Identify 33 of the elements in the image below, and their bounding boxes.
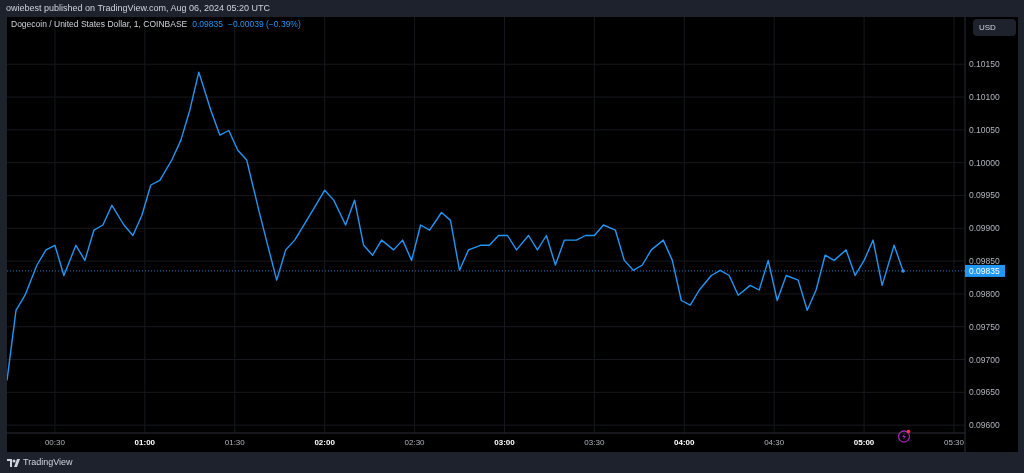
- price-axis-label: 0.10000: [969, 157, 1000, 168]
- time-axis-label: 02:30: [404, 438, 425, 447]
- price-axis-label: 0.09900: [969, 223, 1000, 234]
- time-axis-label: 01:00: [134, 438, 156, 447]
- time-axis-label: 04:00: [674, 438, 695, 447]
- last-point-marker: [901, 269, 905, 273]
- price-axis-label: 0.10100: [969, 92, 1000, 103]
- price-axis-label: 0.09800: [969, 288, 1000, 299]
- time-axis-label: 01:30: [224, 438, 245, 447]
- time-axis-label: 05:30: [944, 438, 964, 447]
- price-axis-label: 0.09850: [969, 256, 1000, 267]
- published-caption: owiebest published on TradingView.com, Aug 06, 2024 05:20 UTC: [6, 4, 270, 13]
- price-axis-label: 0.10050: [969, 124, 1000, 135]
- time-axis-label: 03:00: [494, 438, 515, 447]
- time-axis-label: 04:30: [764, 438, 785, 447]
- last-price-label: 0.09835: [965, 264, 1005, 277]
- lightning-icon[interactable]: [897, 429, 911, 443]
- time-axis-label: 00:30: [44, 438, 65, 447]
- brand-name: TradingView: [23, 455, 73, 469]
- currency-button[interactable]: USD: [973, 19, 1016, 36]
- time-axis-label: 02:00: [314, 438, 335, 447]
- price-change: −0.00039 (−0.39%): [227, 20, 301, 29]
- price-axis-label: 0.09650: [969, 387, 1000, 398]
- symbol-title: Dogecoin / United States Dollar, 1, COINBASE: [11, 20, 188, 29]
- time-axis-label: 03:30: [584, 438, 605, 447]
- price-axis-label: 0.09600: [969, 420, 1000, 431]
- time-axis-label: 05:00: [853, 438, 875, 447]
- tradingview-logo-icon: [7, 458, 20, 467]
- price-axis-label: 0.09950: [969, 190, 1000, 201]
- price-axis-label: 0.09750: [969, 321, 1000, 332]
- price-axis-label: 0.10150: [969, 59, 1000, 70]
- price-value: 0.09835: [192, 20, 223, 29]
- price-axis-label: 0.09700: [969, 354, 1000, 365]
